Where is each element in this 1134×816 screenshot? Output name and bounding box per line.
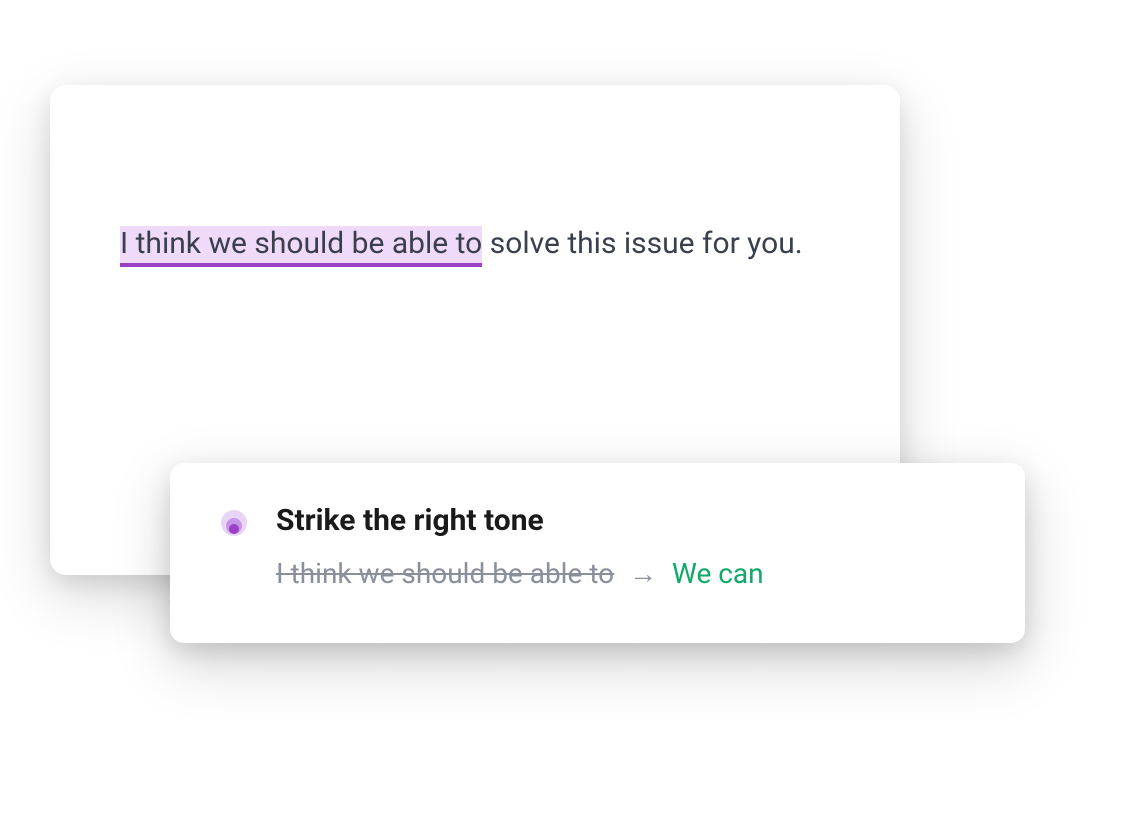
tone-icon <box>220 509 248 537</box>
highlighted-text[interactable]: I think we should be able to <box>120 226 482 267</box>
arrow-icon: → <box>629 557 657 590</box>
suggestion-change[interactable]: I think we should be able to → We can <box>276 554 975 593</box>
suggestion-card[interactable]: Strike the right tone I think we should … <box>170 463 1025 643</box>
editor-remaining-text: solve this issue for you. <box>482 226 802 261</box>
suggestion-content: Strike the right tone I think we should … <box>276 503 975 593</box>
editor-text-area[interactable]: I think we should be able to solve this … <box>120 215 830 272</box>
suggestion-replacement-text: We can <box>672 557 764 590</box>
suggestion-original-text: I think we should be able to <box>276 557 614 590</box>
suggestion-title: Strike the right tone <box>276 503 975 538</box>
